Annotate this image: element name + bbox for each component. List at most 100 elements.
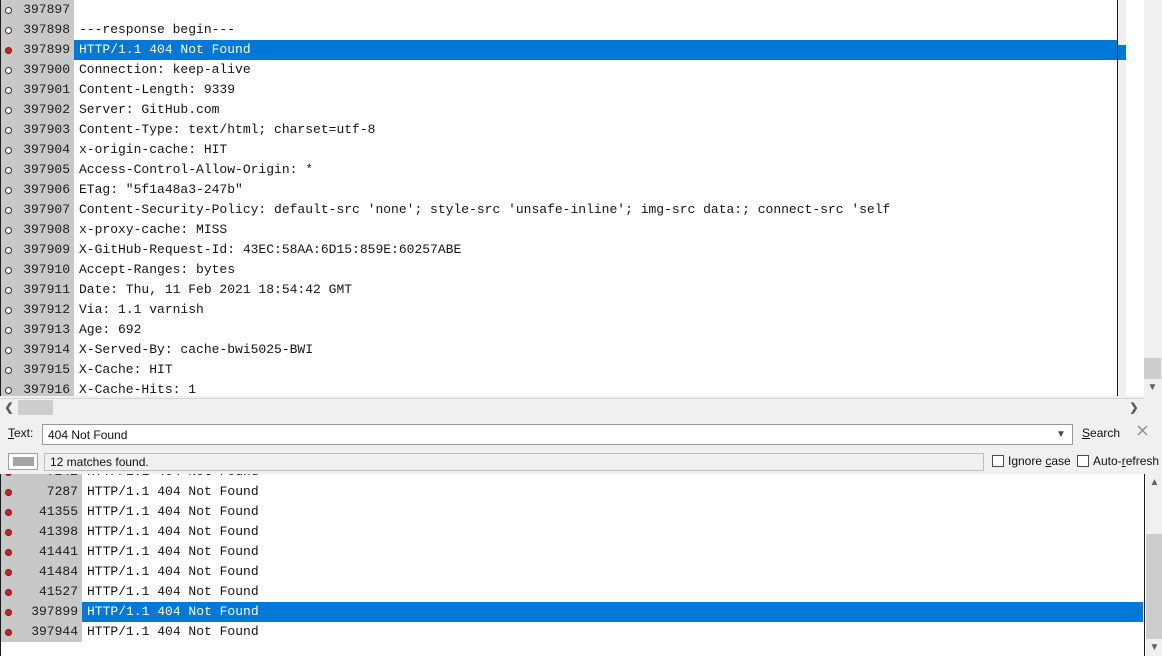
results-vscroll-thumb[interactable] xyxy=(1146,534,1162,640)
search-result-row[interactable]: 41484 HTTP/1.1 404 Not Found xyxy=(1,562,1143,582)
line-marker-icon[interactable] xyxy=(5,227,12,234)
log-line-gutter[interactable] xyxy=(1,20,18,40)
result-row-gutter[interactable] xyxy=(1,602,18,622)
line-marker-icon[interactable] xyxy=(5,187,12,194)
breakpoint-marker-icon[interactable] xyxy=(5,47,12,54)
result-row-gutter[interactable] xyxy=(1,522,18,542)
search-result-row[interactable]: 7287 HTTP/1.1 404 Not Found xyxy=(1,482,1143,502)
match-marker-icon[interactable] xyxy=(5,509,12,516)
search-results-list[interactable]: 7242HTTP/1.1 404 Not Found7287HTTP/1.1 4… xyxy=(1,474,1143,644)
log-line-gutter[interactable] xyxy=(1,80,18,100)
log-hscroll-thumb[interactable] xyxy=(18,400,53,415)
line-marker-icon[interactable] xyxy=(5,67,12,74)
log-hscroll-right-button[interactable]: ❯ xyxy=(1126,400,1142,416)
log-line-gutter[interactable] xyxy=(1,120,18,140)
search-combobox[interactable]: ▼ xyxy=(42,424,1073,445)
log-line-gutter[interactable] xyxy=(1,140,18,160)
search-result-row[interactable]: 397899 HTTP/1.1 404 Not Found xyxy=(1,602,1143,622)
line-marker-icon[interactable] xyxy=(5,7,12,14)
result-row-gutter[interactable] xyxy=(1,474,18,482)
log-line-row[interactable]: 397913 Age: 692 xyxy=(1,320,1118,340)
log-line-gutter[interactable] xyxy=(1,380,18,396)
log-line-gutter[interactable] xyxy=(1,220,18,240)
search-result-row[interactable]: 41355 HTTP/1.1 404 Not Found xyxy=(1,502,1143,522)
log-line-gutter[interactable] xyxy=(1,240,18,260)
search-button[interactable]: Search xyxy=(1082,426,1120,440)
search-result-row[interactable]: 41527 HTTP/1.1 404 Not Found xyxy=(1,582,1143,602)
search-input[interactable] xyxy=(43,425,1051,444)
line-marker-icon[interactable] xyxy=(5,287,12,294)
result-row-gutter[interactable] xyxy=(1,482,18,502)
log-vertical-scrollbar[interactable]: ▼ xyxy=(1144,0,1162,396)
log-line-row[interactable]: 397900 Connection: keep-alive xyxy=(1,60,1118,80)
log-line-row[interactable]: 397898 ---response begin--- xyxy=(1,20,1118,40)
chevron-down-icon[interactable]: ▼ xyxy=(1052,425,1070,444)
line-marker-icon[interactable] xyxy=(5,27,12,34)
log-line-gutter[interactable] xyxy=(1,340,18,360)
result-row-gutter[interactable] xyxy=(1,502,18,522)
search-hit-overview-band[interactable] xyxy=(1118,0,1126,396)
line-marker-icon[interactable] xyxy=(5,207,12,214)
match-marker-icon[interactable] xyxy=(5,609,12,616)
log-line-gutter[interactable] xyxy=(1,60,18,80)
log-line-row[interactable]: 397902 Server: GitHub.com xyxy=(1,100,1118,120)
log-line-gutter[interactable] xyxy=(1,100,18,120)
log-line-gutter[interactable] xyxy=(1,180,18,200)
log-line-gutter[interactable] xyxy=(1,320,18,340)
match-marker-icon[interactable] xyxy=(5,549,12,556)
line-marker-icon[interactable] xyxy=(5,147,12,154)
log-line-list[interactable]: 397897 397898 ---response begin--- 397899 HT… xyxy=(1,0,1118,396)
log-line-row[interactable]: 397897 xyxy=(1,0,1118,20)
line-marker-icon[interactable] xyxy=(5,127,12,134)
log-line-gutter[interactable] xyxy=(1,160,18,180)
log-line-gutter[interactable] xyxy=(1,40,18,60)
log-line-gutter[interactable] xyxy=(1,280,18,300)
close-x-icon[interactable] xyxy=(1134,422,1151,439)
search-result-row[interactable]: 397944 HTTP/1.1 404 Not Found xyxy=(1,622,1143,642)
line-marker-icon[interactable] xyxy=(5,307,12,314)
log-line-row[interactable]: 397911 Date: Thu, 11 Feb 2021 18:54:42 GM… xyxy=(1,280,1118,300)
search-results-panel[interactable]: 7242HTTP/1.1 404 Not Found7287HTTP/1.1 4… xyxy=(0,474,1162,656)
log-line-row[interactable]: 397904 x-origin-cache: HIT xyxy=(1,140,1118,160)
line-marker-icon[interactable] xyxy=(5,387,12,394)
log-line-gutter[interactable] xyxy=(1,200,18,220)
line-marker-icon[interactable] xyxy=(5,327,12,334)
result-row-gutter[interactable] xyxy=(1,562,18,582)
log-line-row[interactable]: 397910 Accept-Ranges: bytes xyxy=(1,260,1118,280)
ignore-case-checkbox[interactable]: Ignore case xyxy=(992,454,1071,468)
log-line-row[interactable]: 397912 Via: 1.1 varnish xyxy=(1,300,1118,320)
log-hscroll-left-button[interactable]: ❮ xyxy=(1,400,17,416)
line-marker-icon[interactable] xyxy=(5,367,12,374)
line-marker-icon[interactable] xyxy=(5,247,12,254)
highlight-color-swatch[interactable] xyxy=(8,453,38,470)
log-line-row[interactable]: 397905 Access-Control-Allow-Origin: * xyxy=(1,160,1118,180)
log-line-row[interactable]: 397899 HTTP/1.1 404 Not Found xyxy=(1,40,1118,60)
auto-refresh-checkbox[interactable]: Auto-refresh xyxy=(1077,454,1159,468)
results-vscroll-up-button[interactable]: ▲ xyxy=(1146,474,1162,491)
result-row-gutter[interactable] xyxy=(1,582,18,602)
line-marker-icon[interactable] xyxy=(5,167,12,174)
log-text-panel[interactable]: 397897 397898 ---response begin--- 397899 HT… xyxy=(0,0,1162,396)
match-marker-icon[interactable] xyxy=(5,569,12,576)
match-marker-icon[interactable] xyxy=(5,629,12,636)
log-line-row[interactable]: 397903 Content-Type: text/html; charset=u… xyxy=(1,120,1118,140)
search-result-row[interactable]: 41398 HTTP/1.1 404 Not Found xyxy=(1,522,1143,542)
log-line-row[interactable]: 397909 X-GitHub-Request-Id: 43EC:58AA:6D1… xyxy=(1,240,1118,260)
log-line-gutter[interactable] xyxy=(1,0,18,20)
match-marker-icon[interactable] xyxy=(5,474,12,476)
result-row-gutter[interactable] xyxy=(1,542,18,562)
log-line-gutter[interactable] xyxy=(1,260,18,280)
log-line-gutter[interactable] xyxy=(1,300,18,320)
checkbox-box-auto-refresh[interactable] xyxy=(1077,455,1089,467)
log-line-row[interactable]: 397908 x-proxy-cache: MISS xyxy=(1,220,1118,240)
match-marker-icon[interactable] xyxy=(5,529,12,536)
search-result-row[interactable]: 41441 HTTP/1.1 404 Not Found xyxy=(1,542,1143,562)
overview-hit-marker[interactable] xyxy=(1118,45,1126,60)
log-line-row[interactable]: 397907 Content-Security-Policy: default-s… xyxy=(1,200,1118,220)
results-vscroll-down-button[interactable]: ▼ xyxy=(1146,639,1162,656)
log-line-row[interactable]: 397914 X-Served-By: cache-bwi5025-BWI xyxy=(1,340,1118,360)
log-line-gutter[interactable] xyxy=(1,360,18,380)
search-result-row[interactable]: 7242HTTP/1.1 404 Not Found xyxy=(1,474,1143,482)
log-line-row[interactable]: 397906 ETag: "5f1a48a3-247b" xyxy=(1,180,1118,200)
log-line-row[interactable]: 397901 Content-Length: 9339 xyxy=(1,80,1118,100)
